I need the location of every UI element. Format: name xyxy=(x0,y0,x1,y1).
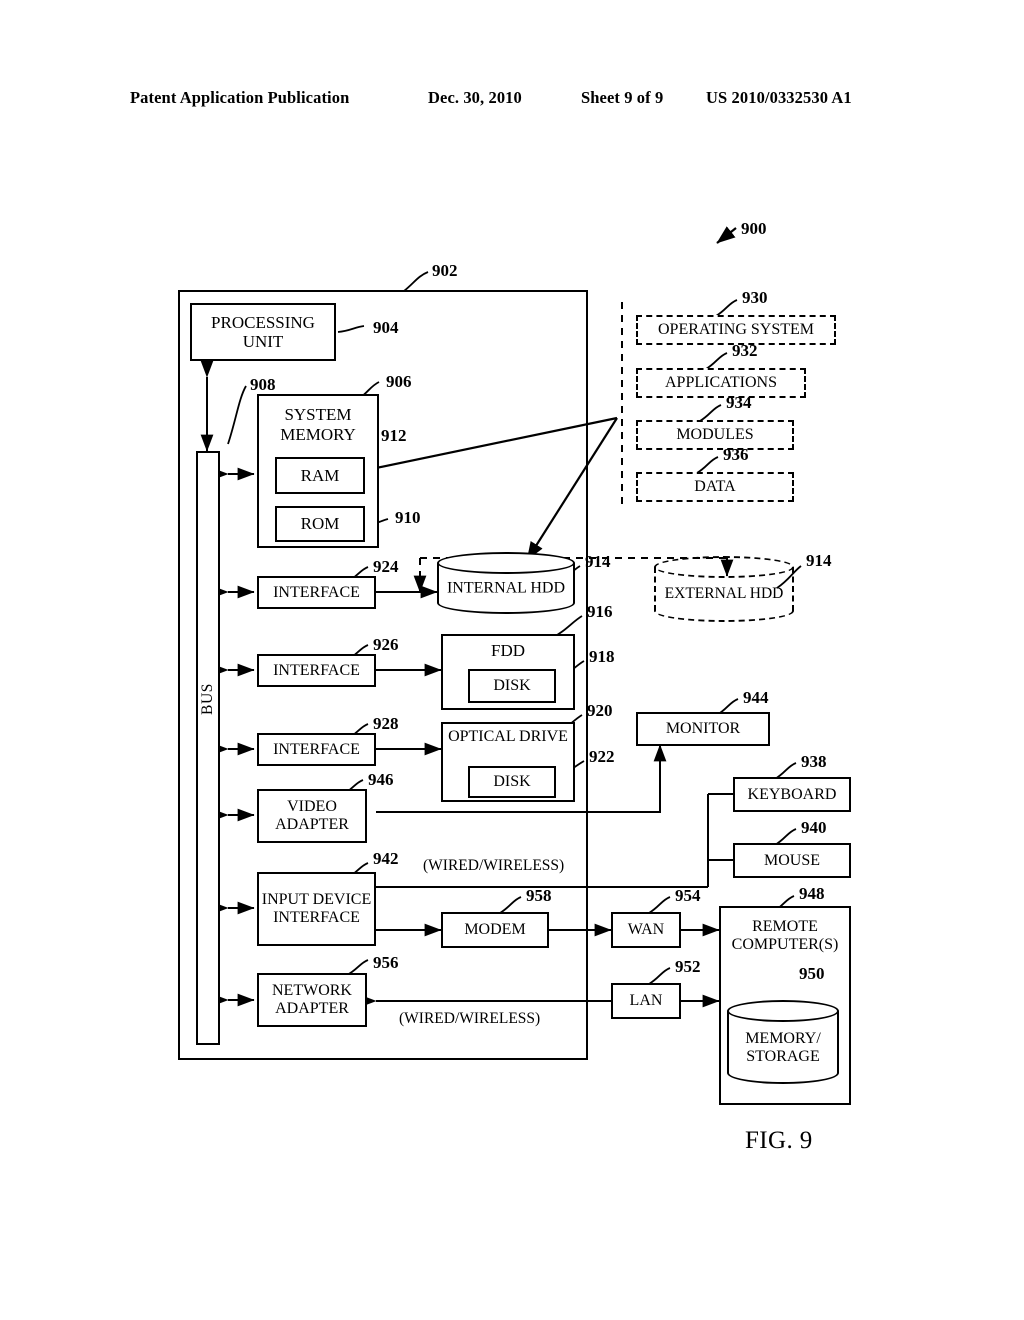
lan-label: LAN xyxy=(629,992,663,1010)
modules-box: MODULES xyxy=(636,420,794,450)
optical-drive-label: OPTICAL DRIVE xyxy=(448,728,568,745)
ref-956: 956 xyxy=(373,953,399,972)
system-memory-box: SYSTEM MEMORY RAM ROM xyxy=(257,394,379,548)
video-adapter-label: VIDEO ADAPTER xyxy=(275,798,349,833)
ram-box: RAM xyxy=(275,457,365,494)
optical-drive-box: OPTICAL DRIVE DISK xyxy=(441,722,575,802)
rom-label: ROM xyxy=(300,514,340,534)
ref-900: 900 xyxy=(741,219,767,238)
mouse-label: MOUSE xyxy=(763,851,820,869)
keyboard-box: KEYBOARD xyxy=(733,777,851,812)
memory-storage-label: MEMORY/ STORAGE xyxy=(745,1030,821,1065)
monitor-box: MONITOR xyxy=(636,712,770,746)
ref-940: 940 xyxy=(801,818,827,837)
fdd-disk-label: DISK xyxy=(493,677,531,695)
ref-958: 958 xyxy=(526,886,552,905)
fdd-disk-box: DISK xyxy=(468,669,556,703)
ref-918: 918 xyxy=(589,647,615,666)
external-hdd-label: EXTERNAL HDD xyxy=(664,584,784,602)
applications-label: APPLICATIONS xyxy=(664,374,777,392)
figure-caption: FIG. 9 xyxy=(745,1127,813,1154)
ref-932: 932 xyxy=(732,341,758,360)
interface-924-label: INTERFACE xyxy=(273,583,360,601)
cylinder-top xyxy=(727,1000,839,1022)
operating-system-label: OPERATING SYSTEM xyxy=(657,321,814,339)
ref-954: 954 xyxy=(675,886,701,905)
keyboard-label: KEYBOARD xyxy=(747,785,837,803)
ref-946: 946 xyxy=(368,770,394,789)
network-adapter-label: NETWORK ADAPTER xyxy=(272,982,352,1017)
ref-944: 944 xyxy=(743,688,769,707)
remote-computer-label: REMOTE COMPUTER(S) xyxy=(731,918,839,954)
ram-label: RAM xyxy=(300,465,340,485)
rom-box: ROM xyxy=(275,506,365,542)
monitor-label: MONITOR xyxy=(665,720,741,738)
internal-hdd-cylinder: INTERNAL HDD xyxy=(437,552,575,614)
ref-936: 936 xyxy=(723,445,749,464)
ref-904: 904 xyxy=(373,318,399,337)
ref-934: 934 xyxy=(726,393,752,412)
optical-disk-box: DISK xyxy=(468,766,556,798)
system-memory-label: SYSTEM MEMORY xyxy=(280,405,356,444)
ref-910: 910 xyxy=(395,508,421,527)
modules-label: MODULES xyxy=(676,426,754,444)
ref-948: 948 xyxy=(799,884,825,903)
ref-938: 938 xyxy=(801,752,827,771)
ref-920: 920 xyxy=(587,701,613,720)
fdd-label: FDD xyxy=(490,641,525,660)
internal-hdd-label: INTERNAL HDD xyxy=(446,579,566,597)
ref-916: 916 xyxy=(587,602,613,621)
memory-storage-cylinder: MEMORY/ STORAGE xyxy=(727,1000,839,1084)
ref-914-external: 914 xyxy=(806,551,832,570)
ref-942: 942 xyxy=(373,849,399,868)
external-hdd-cylinder: EXTERNAL HDD xyxy=(654,556,794,622)
wan-label: WAN xyxy=(627,921,665,939)
data-label: DATA xyxy=(694,478,736,496)
input-device-interface-label: INPUT DEVICE INTERFACE xyxy=(261,891,372,926)
bus-label: BUS xyxy=(199,683,216,715)
modem-label: MODEM xyxy=(464,921,526,939)
input-device-interface-box: INPUT DEVICE INTERFACE xyxy=(257,872,376,946)
processing-unit-box: PROCESSING UNIT xyxy=(190,303,336,361)
cylinder-top xyxy=(437,552,575,574)
video-adapter-box: VIDEO ADAPTER xyxy=(257,789,367,843)
ref-902: 902 xyxy=(432,261,458,280)
interface-928-box: INTERFACE xyxy=(257,733,376,766)
ref-950: 950 xyxy=(799,964,825,983)
interface-928-label: INTERFACE xyxy=(273,740,360,758)
ref-924: 924 xyxy=(373,557,399,576)
patent-figure-page: Patent Application Publication Dec. 30, … xyxy=(0,0,1024,1320)
ref-922: 922 xyxy=(589,747,615,766)
ref-906: 906 xyxy=(386,372,412,391)
wired-wireless-label-bottom: (WIRED/WIRELESS) xyxy=(399,1010,541,1027)
optical-disk-label: DISK xyxy=(493,773,531,791)
interface-926-label: INTERFACE xyxy=(273,661,360,679)
ref-952: 952 xyxy=(675,957,701,976)
ref-914-internal: 914 xyxy=(585,552,611,571)
interface-924-box: INTERFACE xyxy=(257,576,376,609)
ref-928: 928 xyxy=(373,714,399,733)
ref-912: 912 xyxy=(381,426,407,445)
fdd-box: FDD DISK xyxy=(441,634,575,710)
ref-930: 930 xyxy=(742,288,768,307)
mouse-box: MOUSE xyxy=(733,843,851,878)
data-box: DATA xyxy=(636,472,794,502)
bus-bar xyxy=(196,451,220,1045)
network-adapter-box: NETWORK ADAPTER xyxy=(257,973,367,1027)
applications-box: APPLICATIONS xyxy=(636,368,806,398)
processing-unit-label: PROCESSING UNIT xyxy=(211,312,315,351)
cylinder-top xyxy=(654,556,794,578)
wan-box: WAN xyxy=(611,912,681,948)
ref-926: 926 xyxy=(373,635,399,654)
wired-wireless-label-top: (WIRED/WIRELESS) xyxy=(423,857,565,874)
interface-926-box: INTERFACE xyxy=(257,654,376,687)
modem-box: MODEM xyxy=(441,912,549,948)
ref-908: 908 xyxy=(250,375,276,394)
lan-box: LAN xyxy=(611,983,681,1019)
